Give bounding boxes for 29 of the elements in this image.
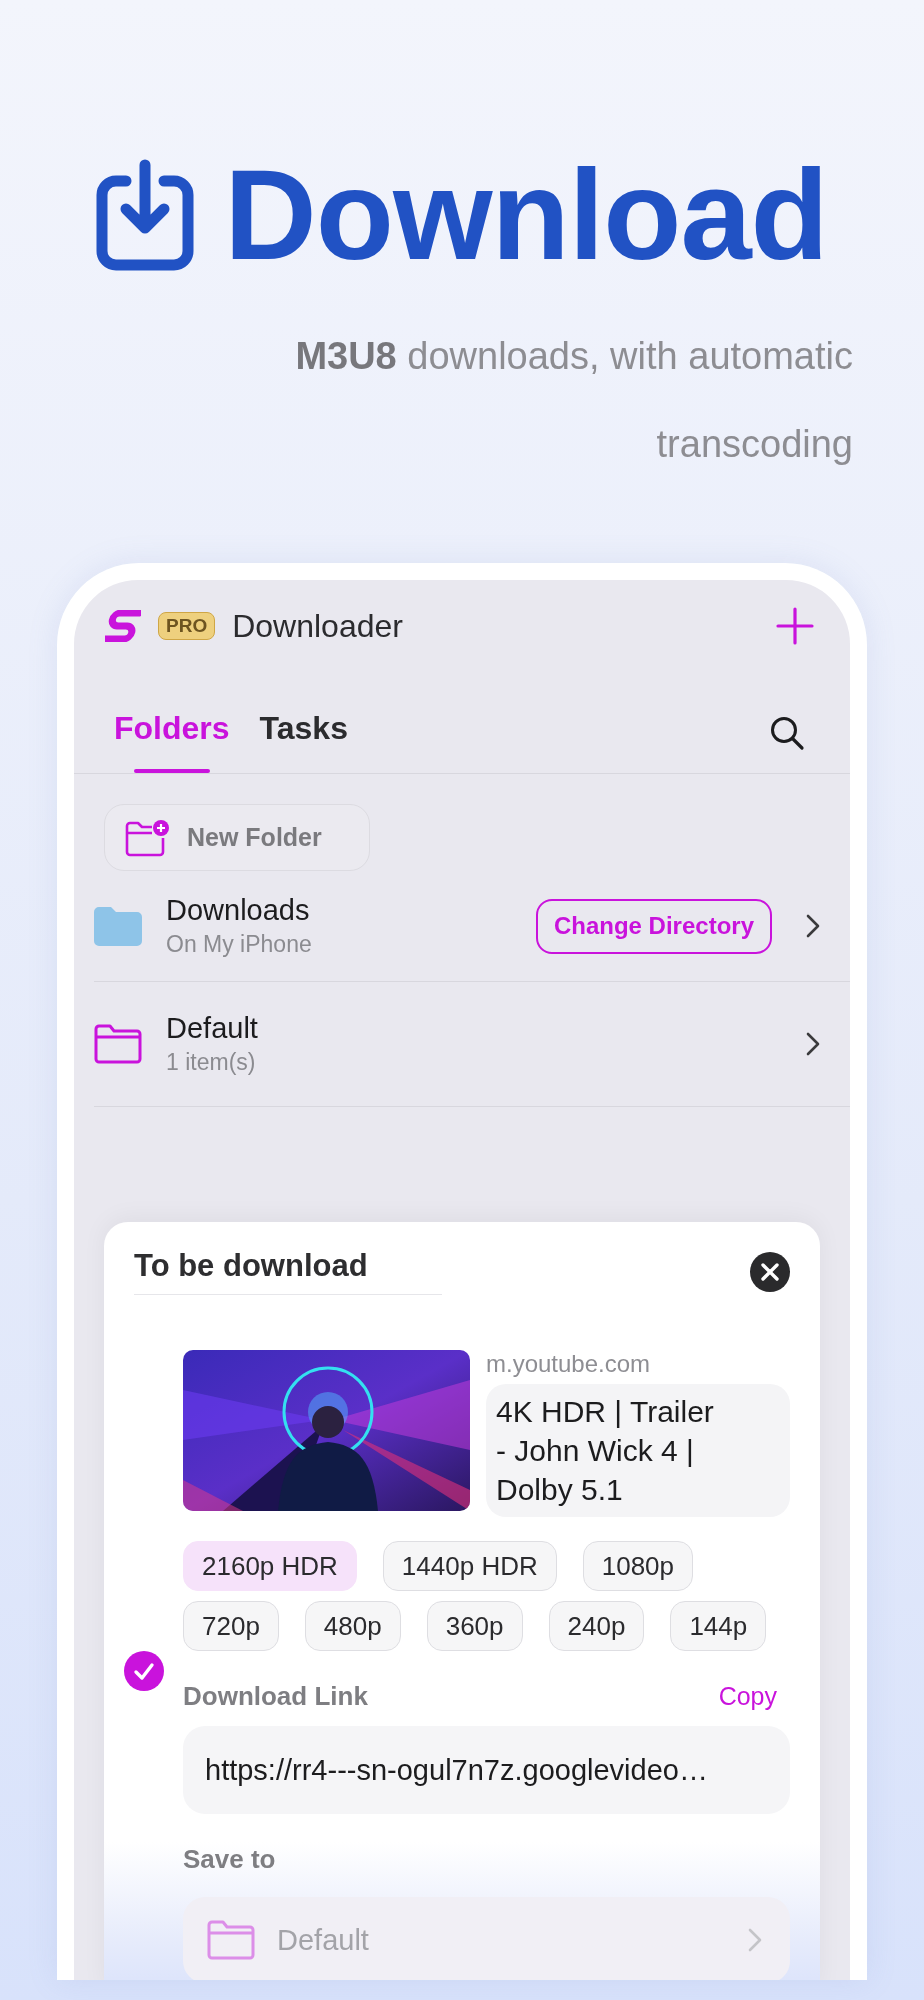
download-link-label: Download Link <box>183 1681 368 1712</box>
folder-subtitle: 1 item(s) <box>166 1049 257 1076</box>
quality-chip[interactable]: 360p <box>426 1601 523 1651</box>
quality-chip[interactable]: 1080p <box>582 1541 694 1591</box>
copy-link[interactable]: Copy <box>718 1682 777 1711</box>
tab[interactable]: Tasks <box>259 670 348 773</box>
pro-badge: PRO <box>158 612 216 640</box>
folder-subtitle: On My iPhone <box>166 931 313 958</box>
quality-chip[interactable]: 240p <box>548 1601 645 1651</box>
new-folder-button[interactable]: New Folder <box>104 804 370 871</box>
quality-chip[interactable]: 480p <box>304 1601 401 1651</box>
video-source: m.youtube.com <box>486 1350 652 1378</box>
tab[interactable]: Folders <box>114 670 230 773</box>
video-title: 4K HDR | Trailer - John Wick 4 | Dolby 5.1 <box>486 1384 790 1517</box>
download-link-field[interactable]: https://rr4---sn-ogul7n7z.googlevideo… <box>183 1726 790 1814</box>
hero-title: Download <box>224 151 828 279</box>
folder-name: Default <box>166 1012 259 1045</box>
folder-row[interactable]: Default 1 item(s) <box>94 982 850 1107</box>
app-title: Downloader <box>232 607 404 645</box>
quality-chip[interactable]: 1440p HDR <box>382 1541 557 1591</box>
change-directory-button[interactable]: Change Directory <box>535 898 772 954</box>
folder-row[interactable]: Downloads On My iPhone Change Directory <box>94 871 850 982</box>
quality-chip[interactable]: 144p <box>670 1601 767 1651</box>
folder-name: Downloads <box>166 894 311 927</box>
quality-chip[interactable]: 720p <box>183 1601 279 1651</box>
sheet-title: To be download <box>134 1248 442 1295</box>
hero-subtitle: M3U8 downloads, with automatic transcoding <box>294 334 853 467</box>
save-to-label: Save to <box>183 1844 277 1875</box>
quality-chip[interactable]: 2160p HDR <box>183 1541 357 1591</box>
